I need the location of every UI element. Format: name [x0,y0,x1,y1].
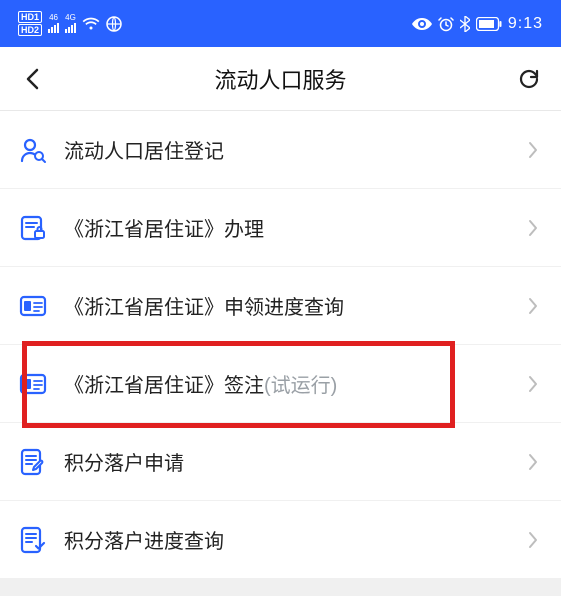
list-item-label: 积分落户进度查询 [64,525,523,554]
alarm-icon [438,16,454,32]
list-item-permit-renew[interactable]: 《浙江省居住证》签注(试运行) [0,345,561,422]
hd2-badge: HD2 [18,24,42,36]
status-right: 9:13 [412,15,543,33]
signal-1: 46 [48,14,59,33]
list-item-label: 《浙江省居住证》申领进度查询 [64,291,523,320]
service-list: 流动人口居住登记 《浙江省居住证》办理 《浙江省居住证》申领进度查询 [0,111,561,578]
list-item-label: 积分落户申请 [64,447,523,476]
person-search-icon [18,135,48,165]
chevron-right-icon [523,219,543,237]
clock-time: 9:13 [508,15,543,33]
status-left: HD1 HD2 46 4G [18,11,122,36]
list-item-points-apply[interactable]: 积分落户申请 [0,423,561,500]
list-item-permit-apply[interactable]: 《浙江省居住证》办理 [0,189,561,266]
status-bar: HD1 HD2 46 4G [0,0,561,47]
id-card-icon [18,369,48,399]
chevron-right-icon [523,375,543,393]
page-header: 流动人口服务 [0,47,561,111]
chevron-left-icon [25,68,39,90]
chevron-right-icon [523,453,543,471]
form-edit-icon [18,447,48,477]
bluetooth-icon [460,16,470,32]
app-viewport: HD1 HD2 46 4G [0,0,561,578]
battery-icon [476,17,502,31]
back-button[interactable] [16,63,48,95]
id-card-icon [18,291,48,321]
chevron-right-icon [523,141,543,159]
chevron-right-icon [523,297,543,315]
chevron-right-icon [523,531,543,549]
form-check-icon [18,525,48,555]
list-item-permit-progress[interactable]: 《浙江省居住证》申领进度查询 [0,267,561,344]
refresh-button[interactable] [513,63,545,95]
document-lock-icon [18,213,48,243]
list-item-points-progress[interactable]: 积分落户进度查询 [0,501,561,578]
list-item-registration[interactable]: 流动人口居住登记 [0,111,561,188]
list-item-label: 流动人口居住登记 [64,135,523,164]
eye-icon [412,18,432,30]
refresh-icon [517,67,541,91]
page-title: 流动人口服务 [214,63,346,95]
signal-2: 4G [65,14,76,33]
hd-indicators: HD1 HD2 [18,11,42,36]
list-item-label: 《浙江省居住证》签注(试运行) [64,369,523,398]
wifi-icon [82,17,100,31]
globe-icon [106,16,122,32]
list-item-label: 《浙江省居住证》办理 [64,213,523,242]
hd1-badge: HD1 [18,11,42,23]
